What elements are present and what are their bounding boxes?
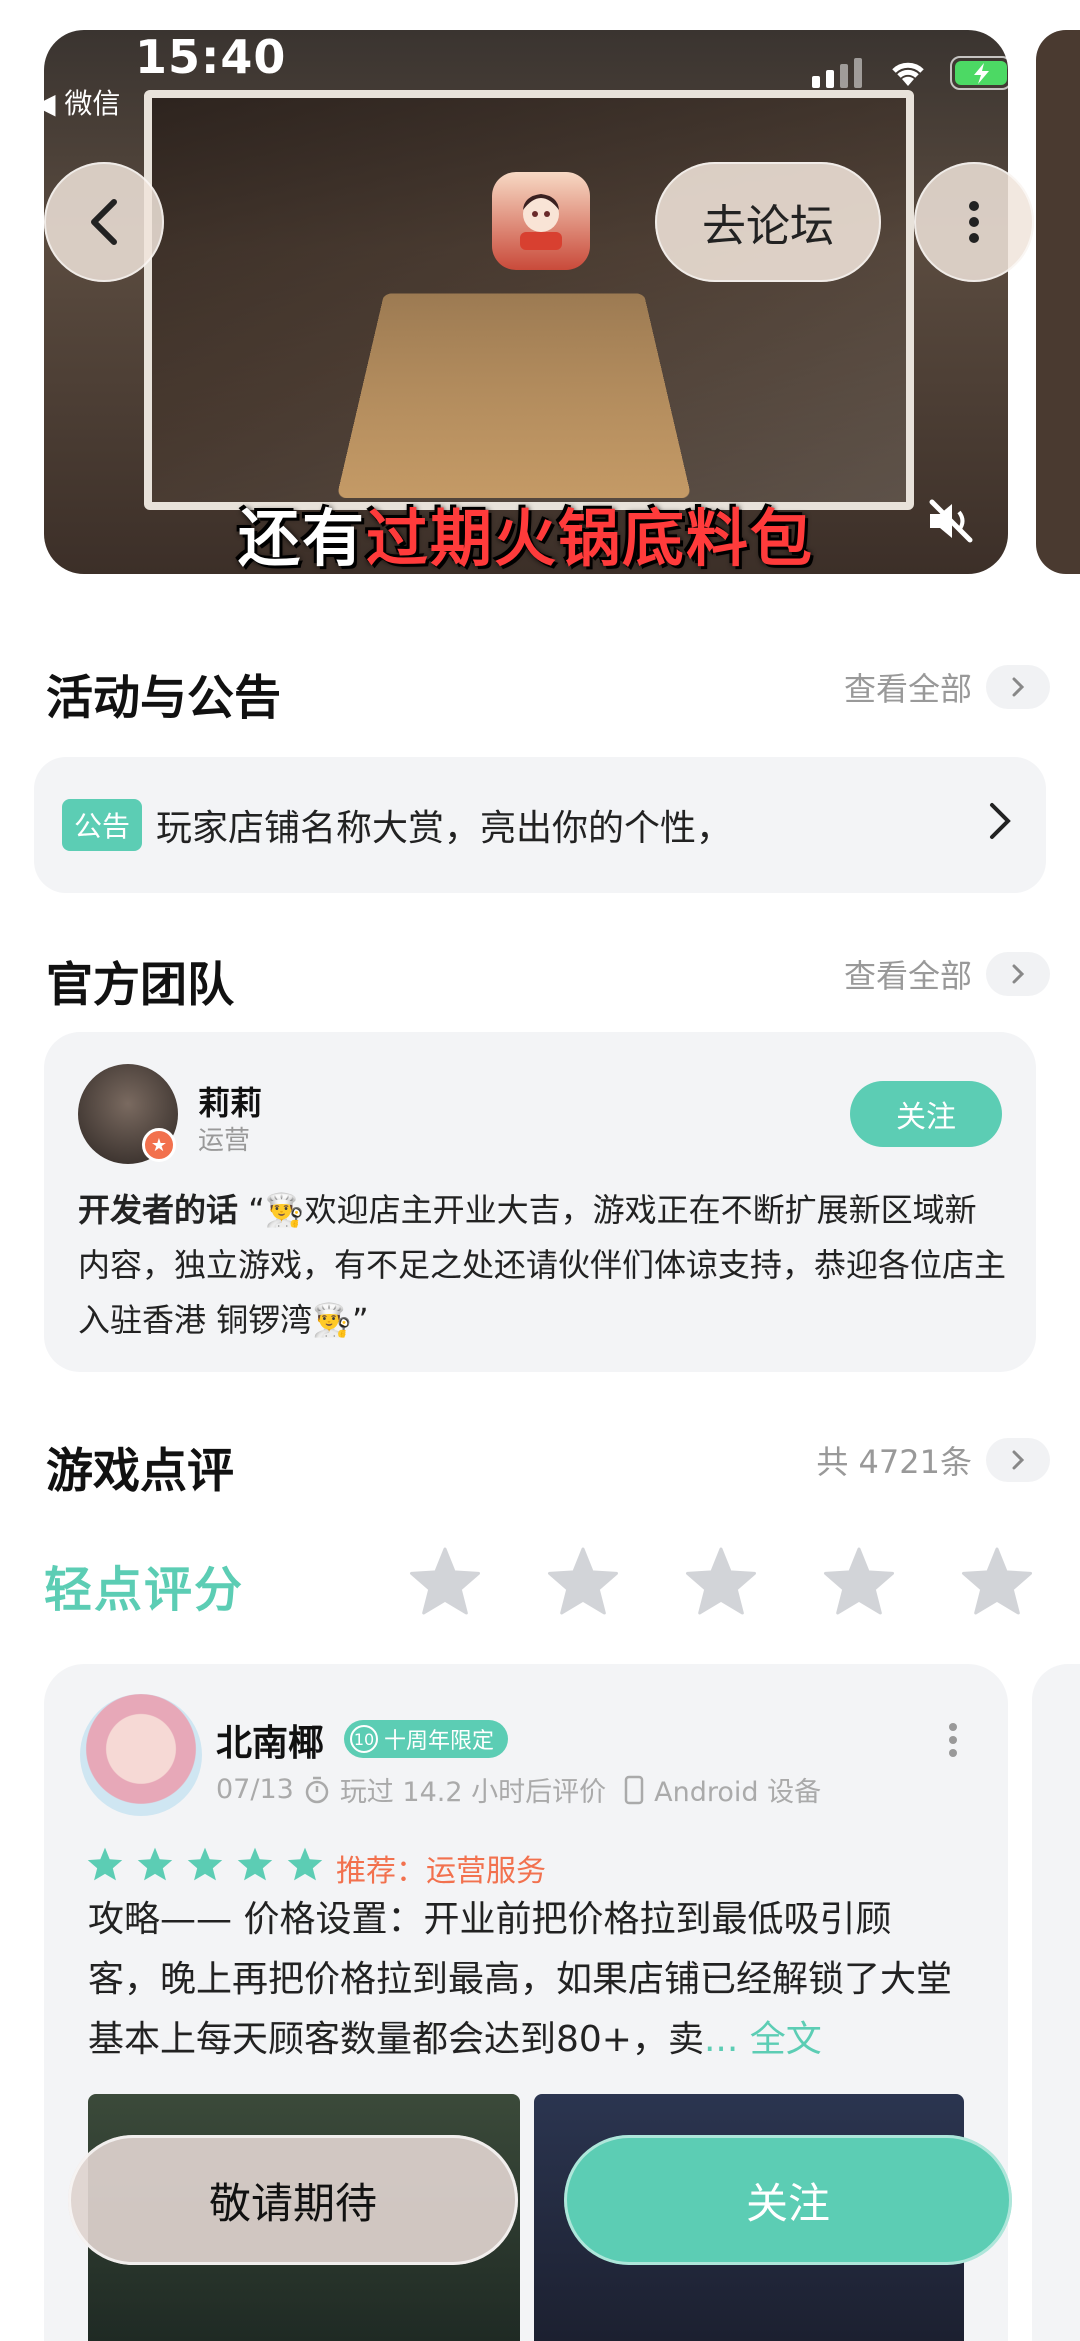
timer-icon xyxy=(305,1776,329,1803)
member-name: 莉莉 xyxy=(198,1084,263,1122)
anniversary-badge: 10 十周年限定 xyxy=(344,1720,509,1758)
mute-icon[interactable] xyxy=(926,498,976,548)
wifi-icon xyxy=(892,62,924,86)
more-button[interactable] xyxy=(914,162,1034,282)
status-time: 15:40 xyxy=(135,30,287,84)
star-icon xyxy=(87,1847,123,1881)
review-meta: 07/13 玩过 14.2 小时后评价 Android 设备 xyxy=(216,1774,822,1808)
developer-words-label: 开发者的话 xyxy=(78,1191,239,1229)
see-all-activities[interactable]: 查看全部 xyxy=(844,664,1050,710)
star-icon[interactable] xyxy=(546,1546,620,1616)
reviewer-name[interactable]: 北南椰 xyxy=(216,1714,324,1766)
read-more-link[interactable]: ... 全文 xyxy=(704,2019,822,2060)
member-role: 运营 xyxy=(198,1126,251,1156)
star-icon[interactable] xyxy=(684,1546,758,1616)
hero-next-media[interactable] xyxy=(1036,30,1080,574)
chevron-right-icon xyxy=(986,952,1050,996)
rating-stars[interactable] xyxy=(408,1546,1034,1616)
chevron-right-icon xyxy=(986,665,1050,709)
star-icon[interactable] xyxy=(408,1546,482,1616)
review-rating xyxy=(86,1846,324,1882)
hero-caption: 还有过期火锅底料包 xyxy=(237,502,815,574)
star-icon[interactable] xyxy=(822,1546,896,1616)
section-title-team: 官方团队 xyxy=(46,958,234,1013)
star-icon xyxy=(187,1847,223,1881)
review-more-icon[interactable] xyxy=(948,1722,958,1762)
section-title-reviews: 游戏点评 xyxy=(46,1444,234,1499)
forum-button[interactable]: 去论坛 xyxy=(655,162,881,282)
announcement-text: 玩家店铺名称大赏，亮出你的个性， xyxy=(156,808,733,849)
section-title-activities: 活动与公告 xyxy=(46,671,281,726)
chevron-right-icon xyxy=(986,1438,1050,1482)
review-recommend: 推荐：运营服务 xyxy=(336,1854,546,1889)
chevron-right-icon xyxy=(988,801,1012,845)
status-icons xyxy=(812,56,1020,90)
see-all-reviews[interactable]: 共 4721条 xyxy=(816,1437,1050,1483)
rate-label: 轻点评分 xyxy=(44,1562,245,1618)
staff-badge-icon: ★ xyxy=(142,1128,176,1162)
star-icon xyxy=(287,1847,323,1881)
see-all-team[interactable]: 查看全部 xyxy=(844,951,1050,997)
star-icon xyxy=(237,1847,273,1881)
hero-video-tray xyxy=(336,293,692,498)
star-icon[interactable] xyxy=(960,1546,1034,1616)
more-vertical-icon xyxy=(969,201,979,243)
phone-icon xyxy=(624,1775,644,1804)
battery-icon xyxy=(950,56,1018,90)
next-review-card[interactable] xyxy=(1032,1664,1080,2341)
back-to-wechat[interactable]: ◀ 微信 xyxy=(34,82,120,122)
back-button[interactable] xyxy=(44,162,164,282)
coming-soon-button[interactable]: 敬请期待 xyxy=(68,2135,518,2265)
review-text[interactable]: 攻略—— 价格设置：开业前把价格拉到最低吸引顾客，晚上再把价格拉到最高，如果店铺… xyxy=(88,1890,958,2070)
star-icon xyxy=(137,1847,173,1881)
follow-game-button[interactable]: 关注 xyxy=(564,2135,1012,2265)
follow-member-button[interactable]: 关注 xyxy=(850,1081,1002,1147)
signal-icon xyxy=(812,58,862,88)
hero-video[interactable]: 还有过期火锅底料包 xyxy=(44,30,1008,574)
developer-words: 开发者的话 “👨‍🍳欢迎店主开业大吉，游戏正在不断扩展新区域新内容，独立游戏，有… xyxy=(78,1183,1008,1348)
avatar[interactable] xyxy=(80,1694,202,1816)
chevron-left-icon xyxy=(91,199,117,245)
game-icon xyxy=(492,172,590,270)
announcement-item[interactable]: 公告 玩家店铺名称大赏，亮出你的个性， xyxy=(34,757,1046,893)
announcement-tag: 公告 xyxy=(62,799,143,851)
